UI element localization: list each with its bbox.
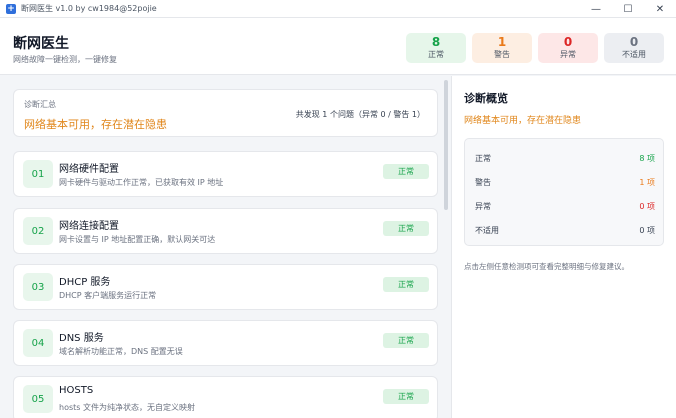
row-value: 0 项 [639,201,655,211]
check-list-pane[interactable]: 诊断汇总 网络基本可用，存在潜在隐患 共发现 1 个问题（异常 0 / 警告 1… [0,76,451,418]
close-button[interactable]: ✕ [644,0,676,18]
app-plus-icon: + [6,3,16,14]
item-description: 域名解析功能正常，DNS 配置无误 [59,347,183,356]
check-item-hardware[interactable]: 01 网络硬件配置 网卡硬件与驱动工作正常，已获取有效 IP 地址 正常 [13,151,438,197]
window-titlebar: + 断网医生 v1.0 by cw1984@52pojie — ☐ ✕ [0,0,676,18]
stat-ok-label: 正常 [428,50,444,59]
summary-status: 网络基本可用，存在潜在隐患 [24,118,167,131]
stat-ok-value: 8 [431,35,441,49]
stat-error-label: 异常 [560,50,576,59]
status-badge: 正常 [383,164,429,179]
status-badge: 正常 [383,333,429,348]
item-title: 网络连接配置 [59,221,119,232]
maximize-button[interactable]: ☐ [612,0,644,18]
stat-warn-value: 1 [497,35,507,49]
row-value: 0 项 [639,225,655,235]
row-value: 1 项 [639,177,655,187]
check-item-dhcp[interactable]: 03 DHCP 服务 DHCP 客户端服务运行正常 正常 [13,264,438,310]
stat-error: 0 异常 [538,33,598,63]
row-key: 不适用 [475,225,499,235]
app-title: 断网医生 [13,36,69,52]
check-item-dns[interactable]: 04 DNS 服务 域名解析功能正常，DNS 配置无误 正常 [13,320,438,366]
item-number: 03 [23,273,53,301]
item-title: HOSTS [59,385,94,396]
minimize-button[interactable]: — [580,0,612,18]
check-item-connection[interactable]: 02 网络连接配置 网卡设置与 IP 地址配置正确，默认网关可达 正常 [13,208,438,254]
stats-bar: 8 正常 1 警告 0 异常 0 不适用 [406,33,664,63]
summary-count: 共发现 1 个问题（异常 0 / 警告 1） [295,110,425,119]
overview-row-warn: 警告 1 项 [475,176,655,188]
overview-status: 网络基本可用，存在潜在隐患 [464,116,582,126]
item-number: 04 [23,329,53,357]
item-description: DHCP 客户端服务运行正常 [59,291,157,300]
app-header: 断网医生 网络故障一键检测，一键修复 8 正常 1 警告 0 异常 0 不适用 [0,18,676,75]
scrollbar-thumb[interactable] [444,80,448,210]
item-title: 网络硬件配置 [59,164,119,175]
overview-row-error: 异常 0 项 [475,200,655,212]
row-key: 异常 [475,201,491,211]
status-badge: 正常 [383,221,429,236]
item-number: 02 [23,217,53,245]
overview-pane: 诊断概览 网络基本可用，存在潜在隐患 正常 8 项 警告 1 项 异常 0 项 … [451,76,676,418]
window-controls: — ☐ ✕ [580,0,676,18]
stat-ok: 8 正常 [406,33,466,63]
overview-row-ok: 正常 8 项 [475,152,655,164]
stat-error-value: 0 [563,35,573,49]
row-value: 8 项 [639,153,655,163]
item-number: 05 [23,385,53,413]
overview-row-na: 不适用 0 项 [475,224,655,236]
row-key: 正常 [475,153,491,163]
overview-hint: 点击左侧任意检测项可查看完整明细与修复建议。 [464,262,629,271]
item-description: 网卡硬件与驱动工作正常，已获取有效 IP 地址 [59,178,224,187]
status-badge: 正常 [383,389,429,404]
list-scrollbar[interactable] [443,76,449,418]
stat-na-label: 不适用 [622,50,646,59]
item-description: 网卡设置与 IP 地址配置正确，默认网关可达 [59,235,216,244]
stat-na-value: 0 [629,35,639,49]
row-key: 警告 [475,177,491,187]
summary-card: 诊断汇总 网络基本可用，存在潜在隐患 共发现 1 个问题（异常 0 / 警告 1… [13,89,438,137]
item-number: 01 [23,160,53,188]
item-description: hosts 文件为纯净状态，无自定义映射 [59,403,195,412]
app-subtitle: 网络故障一键检测，一键修复 [13,55,117,64]
stat-na: 0 不适用 [604,33,664,63]
status-badge: 正常 [383,277,429,292]
item-title: DNS 服务 [59,333,104,344]
summary-label: 诊断汇总 [24,100,56,109]
overview-title: 诊断概览 [464,92,508,105]
stat-warn: 1 警告 [472,33,532,63]
item-title: DHCP 服务 [59,277,111,288]
stat-warn-label: 警告 [494,50,510,59]
overview-stats-box: 正常 8 项 警告 1 项 异常 0 项 不适用 0 项 [464,138,664,246]
check-item-hosts[interactable]: 05 HOSTS hosts 文件为纯净状态，无自定义映射 正常 [13,376,438,418]
window-title: 断网医生 v1.0 by cw1984@52pojie [21,4,157,13]
